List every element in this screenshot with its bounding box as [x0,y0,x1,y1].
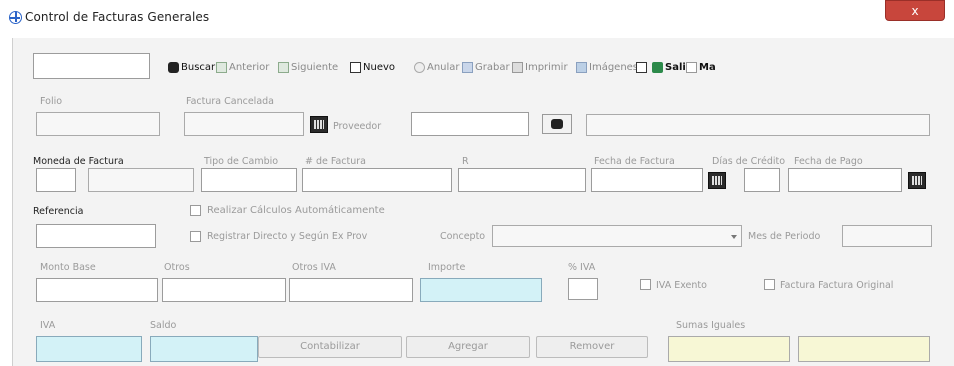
registro-directo-label: Registrar Directo y Según Ex Prov [207,231,368,242]
calendar-icon[interactable] [908,172,926,189]
imagenes-button[interactable]: Imágenes ▾ [576,58,645,76]
export-button[interactable] [636,58,649,76]
anular-button[interactable]: Anular [414,58,460,76]
export-icon [636,61,647,73]
calendar-icon[interactable] [708,172,726,189]
pct-iva-field[interactable] [568,278,598,300]
exit-icon [652,61,663,73]
sumas-iguales-label: Sumas Iguales [676,320,746,331]
remover-button[interactable]: Remover [536,336,648,358]
importe-field [420,278,542,302]
folio-field[interactable] [36,112,160,136]
printer-icon [512,61,523,73]
images-icon [576,61,587,73]
mes-periodo-label: Mes de Periodo [748,231,821,242]
rif-field[interactable] [458,168,586,192]
factura-original-checkbox[interactable] [764,279,775,290]
contabilizar-button[interactable]: Contabilizar [258,336,402,358]
dias-credito-field[interactable] [744,168,780,192]
moneda-code-field[interactable] [36,168,76,192]
binoculars-icon [551,119,563,129]
chevron-down-icon [731,235,737,239]
dias-credito-label: Días de Crédito [712,156,786,167]
otros-iva-label: Otros IVA [292,262,336,273]
iva-exento-checkbox[interactable] [640,279,651,290]
monto-base-label: Monto Base [40,262,96,273]
cancel-icon [414,61,425,73]
rif-label: R [462,156,469,167]
iva-field [36,336,142,362]
checkbox-icon [686,61,697,73]
fecha-pago-label: Fecha de Pago [794,156,863,167]
proveedor-search-button[interactable] [542,114,572,134]
saldo-field [150,336,258,362]
otros-label: Otros [164,262,190,273]
referencia-field[interactable] [36,224,156,248]
fecha-factura-field[interactable] [591,168,703,192]
concepto-select[interactable] [492,225,742,247]
window-titlebar: Control de Facturas Generales x [0,0,954,38]
proveedor-name-field [586,114,930,136]
nro-factura-field[interactable] [302,168,452,192]
concepto-label: Concepto [440,231,486,242]
grabar-button[interactable]: Grabar [462,58,510,76]
agregar-button[interactable]: Agregar [406,336,530,358]
window-title: Control de Facturas Generales [25,10,210,24]
mes-periodo-field[interactable] [842,225,932,247]
siguiente-button[interactable]: Siguiente [278,58,338,76]
factura-cancelada-field[interactable] [184,112,304,136]
binoculars-icon [168,61,179,73]
next-icon [278,61,289,73]
salir-button[interactable]: Salir [652,58,691,76]
calendar-icon[interactable] [310,116,328,133]
ma-checkbox[interactable]: Ma [686,58,716,76]
realizar-calculos-checkbox[interactable] [190,205,201,216]
save-icon [462,61,473,73]
pct-iva-label: % IVA [568,262,596,273]
registro-directo-checkbox[interactable] [190,231,201,242]
proveedor-label: Proveedor [333,121,382,132]
anterior-button[interactable]: Anterior [216,58,269,76]
search-code-input[interactable] [33,53,150,79]
close-button[interactable]: x [885,0,945,21]
otros-field[interactable] [162,278,286,302]
imprimir-button[interactable]: Imprimir [512,58,568,76]
nro-factura-label: # de Factura [305,156,366,167]
monto-base-field[interactable] [36,278,158,302]
moneda-name-field [88,168,194,192]
new-document-icon [350,61,361,73]
iva-label: IVA [40,320,56,331]
tipo-cambio-field[interactable] [201,168,297,192]
app-icon [9,11,22,24]
proveedor-field[interactable] [411,112,529,136]
sumas-debe-field [668,336,790,362]
realizar-calculos-label: Realizar Cálculos Automáticamente [207,205,385,216]
nuevo-button[interactable]: Nuevo [350,58,395,76]
buscar-button[interactable]: Buscar [168,58,215,76]
tipo-cambio-label: Tipo de Cambio [204,156,279,167]
moneda-label: Moneda de Factura [33,156,124,167]
previous-icon [216,61,227,73]
fecha-pago-field[interactable] [788,168,902,192]
factura-original-label: Factura Factura Original [780,280,894,291]
folio-label: Folio [40,96,63,107]
saldo-label: Saldo [150,320,177,331]
referencia-label: Referencia [33,206,84,217]
factura-cancelada-label: Factura Cancelada [186,96,274,107]
importe-label: Importe [428,262,466,273]
fecha-factura-label: Fecha de Factura [594,156,675,167]
iva-exento-label: IVA Exento [656,280,707,291]
form-panel [12,38,954,366]
otros-iva-field[interactable] [289,278,413,302]
sumas-haber-field [798,336,930,362]
